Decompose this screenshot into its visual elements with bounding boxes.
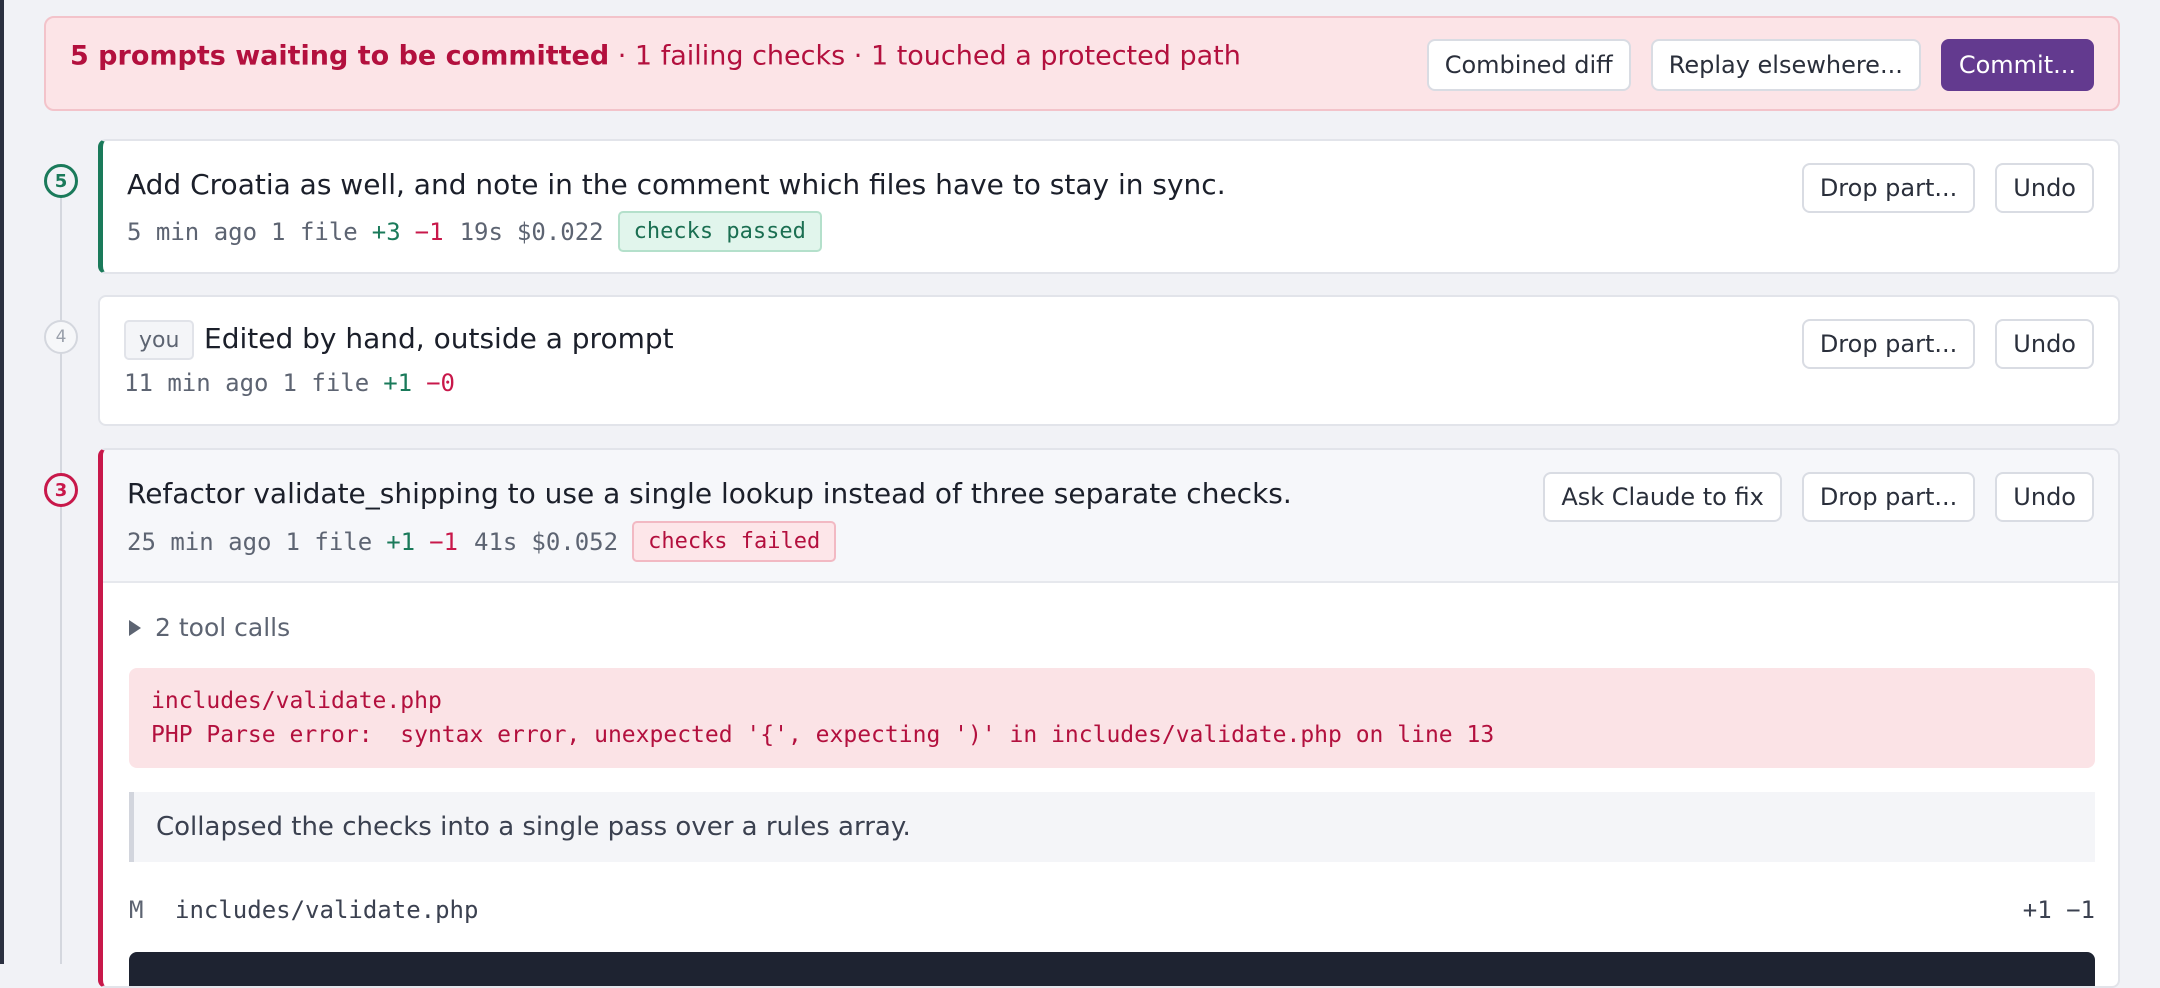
file-path: includes/validate.php xyxy=(175,896,479,924)
banner-details: · 1 failing checks · 1 touched a protect… xyxy=(617,40,1241,72)
prompt-deletions: −1 xyxy=(414,217,444,246)
prompt-3-marker: 3 xyxy=(44,473,78,507)
prompt-card-3[interactable]: Refactor validate_shipping to use a sing… xyxy=(98,448,2120,988)
banner-summary: 5 prompts waiting to be committed · 1 fa… xyxy=(70,41,1241,72)
prompt-actions: Drop part... Undo xyxy=(1801,319,2094,369)
commit-button[interactable]: Commit... xyxy=(1940,39,2094,91)
diff-code-block xyxy=(129,952,2095,986)
undo-button[interactable]: Undo xyxy=(1995,163,2094,213)
author-chip: you xyxy=(124,320,195,360)
prompt-cost: $0.052 xyxy=(531,527,619,556)
checks-status-badge: checks passed xyxy=(617,211,822,252)
drop-part-button[interactable]: Drop part... xyxy=(1801,472,1976,522)
prompt-time: 11 min ago xyxy=(124,369,269,397)
checks-status-badge: checks failed xyxy=(632,521,837,562)
prompt-title: Edited by hand, outside a prompt xyxy=(204,322,674,355)
prompt-deletions: −1 xyxy=(429,527,459,556)
prompt-5-marker: 5 xyxy=(44,164,78,198)
error-file: includes/validate.php xyxy=(151,688,442,714)
prompt-4-marker: 4 xyxy=(44,320,78,354)
combined-diff-button[interactable]: Combined diff xyxy=(1426,39,1631,91)
prompt-summary: Collapsed the checks into a single pass … xyxy=(129,792,2095,862)
prompt-file-count: 1 file xyxy=(271,217,358,246)
prompt-duration: 41s xyxy=(474,527,518,556)
undo-button[interactable]: Undo xyxy=(1995,472,2094,522)
banner-headline: 5 prompts waiting to be committed xyxy=(70,40,610,72)
error-message: PHP Parse error: syntax error, unexpecte… xyxy=(151,722,1495,748)
prompt-file-count: 1 file xyxy=(285,527,373,556)
prompt-additions: +3 xyxy=(371,217,401,246)
prompt-duration: 19s xyxy=(459,217,503,246)
drop-part-button[interactable]: Drop part... xyxy=(1801,163,1976,213)
window-left-edge xyxy=(0,0,4,964)
prompt-actions: Ask Claude to fix Drop part... Undo xyxy=(1543,472,2094,522)
ask-claude-to-fix-button[interactable]: Ask Claude to fix xyxy=(1543,472,1782,522)
drop-part-button[interactable]: Drop part... xyxy=(1801,319,1976,369)
replay-elsewhere-button[interactable]: Replay elsewhere... xyxy=(1650,39,1921,91)
tool-calls-label: 2 tool calls xyxy=(155,613,291,642)
tool-calls-toggle[interactable]: 2 tool calls xyxy=(129,613,290,642)
prompt-card-5[interactable]: Add Croatia as well, and note in the com… xyxy=(98,139,2120,274)
file-diff-stats: +1 −1 xyxy=(2022,896,2095,924)
prompt-additions: +1 xyxy=(386,527,416,556)
disclosure-triangle-icon xyxy=(129,619,141,636)
check-error-output: includes/validate.php PHP Parse error: sy… xyxy=(129,668,2095,768)
file-status: M xyxy=(129,896,144,924)
undo-button[interactable]: Undo xyxy=(1995,319,2094,369)
pending-commit-banner: 5 prompts waiting to be committed · 1 fa… xyxy=(44,16,2120,111)
banner-actions: Combined diff Replay elsewhere... Commit… xyxy=(1426,39,2094,91)
prompt-time: 5 min ago xyxy=(127,217,258,246)
prompt-deletions: −0 xyxy=(426,369,456,397)
manual-edit-card-4[interactable]: you Edited by hand, outside a prompt 11 … xyxy=(98,295,2120,426)
prompt-time: 25 min ago xyxy=(127,527,272,556)
changed-file-row[interactable]: M includes/validate.php +1 −1 xyxy=(129,890,2095,930)
prompt-title: Add Croatia as well, and note in the com… xyxy=(127,168,1226,201)
prompt-additions: +1 xyxy=(383,369,413,397)
prompt-cost: $0.022 xyxy=(516,217,604,246)
prompt-header: Refactor validate_shipping to use a sing… xyxy=(103,450,2118,583)
timeline-line xyxy=(60,180,62,964)
prompt-file-count: 1 file xyxy=(282,369,370,397)
prompt-meta: 25 min ago 1 file +1 −1 41s $0.052 check… xyxy=(127,521,850,562)
prompt-meta: 11 min ago 1 file +1 −0 xyxy=(124,369,471,397)
prompt-meta: 5 min ago 1 file +3 −1 19s $0.022 checks… xyxy=(127,211,836,252)
prompt-title: Refactor validate_shipping to use a sing… xyxy=(127,477,1292,510)
prompt-actions: Drop part... Undo xyxy=(1801,163,2094,213)
